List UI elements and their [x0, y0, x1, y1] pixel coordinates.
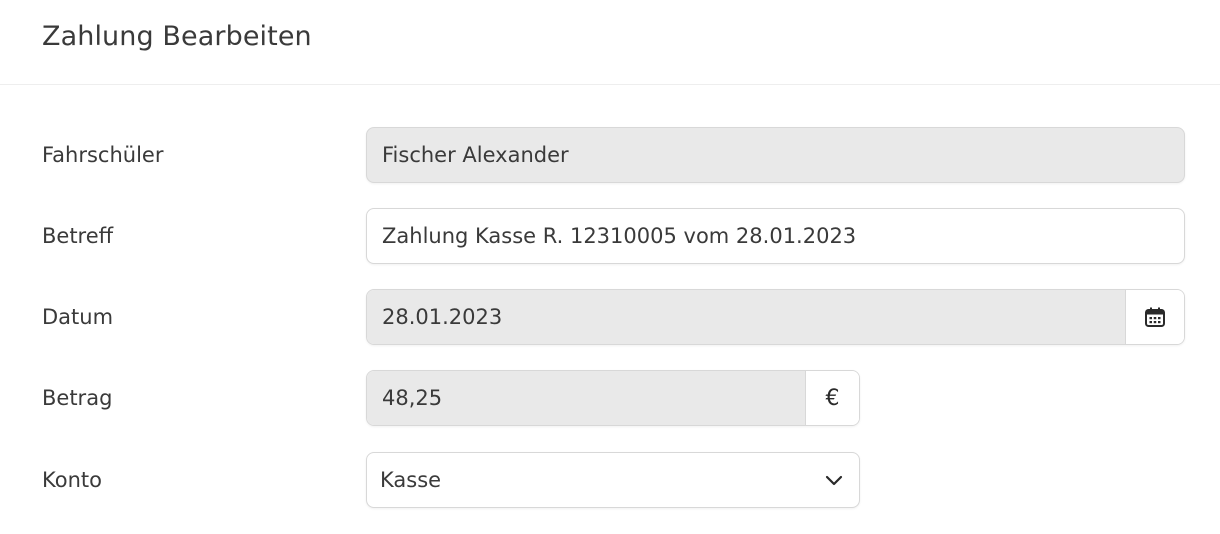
date-label: Datum	[42, 305, 114, 329]
subject-label: Betreff	[42, 224, 114, 248]
calendar-button[interactable]	[1125, 290, 1184, 344]
date-input[interactable]: 28.01.2023	[367, 290, 1125, 344]
student-label: Fahrschüler	[42, 143, 164, 167]
form-row-student: Fahrschüler Fischer Alexander	[0, 127, 1220, 183]
currency-addon: €	[805, 371, 859, 425]
form-row-subject: Betreff Zahlung Kasse R. 12310005 vom 28…	[0, 208, 1220, 264]
account-select-value: Kasse	[380, 468, 442, 492]
account-select[interactable]: Kasse	[366, 452, 860, 508]
amount-input[interactable]: 48,25	[367, 371, 805, 425]
chevron-down-icon	[825, 475, 843, 486]
calendar-icon	[1145, 307, 1165, 327]
amount-input-group: 48,25 €	[366, 370, 860, 426]
student-field[interactable]: Fischer Alexander	[366, 127, 1185, 183]
form-row-amount: Betrag 48,25 €	[0, 370, 1220, 426]
subject-input[interactable]: Zahlung Kasse R. 12310005 vom 28.01.2023	[366, 208, 1185, 264]
form-row-date: Datum 28.01.2023	[0, 289, 1220, 345]
form-row-account: Konto Kasse	[0, 452, 1220, 508]
account-label: Konto	[42, 468, 102, 492]
amount-label: Betrag	[42, 386, 113, 410]
page-title: Zahlung Bearbeiten	[42, 21, 312, 52]
date-input-group: 28.01.2023	[366, 289, 1185, 345]
modal-header: Zahlung Bearbeiten	[0, 0, 1220, 85]
